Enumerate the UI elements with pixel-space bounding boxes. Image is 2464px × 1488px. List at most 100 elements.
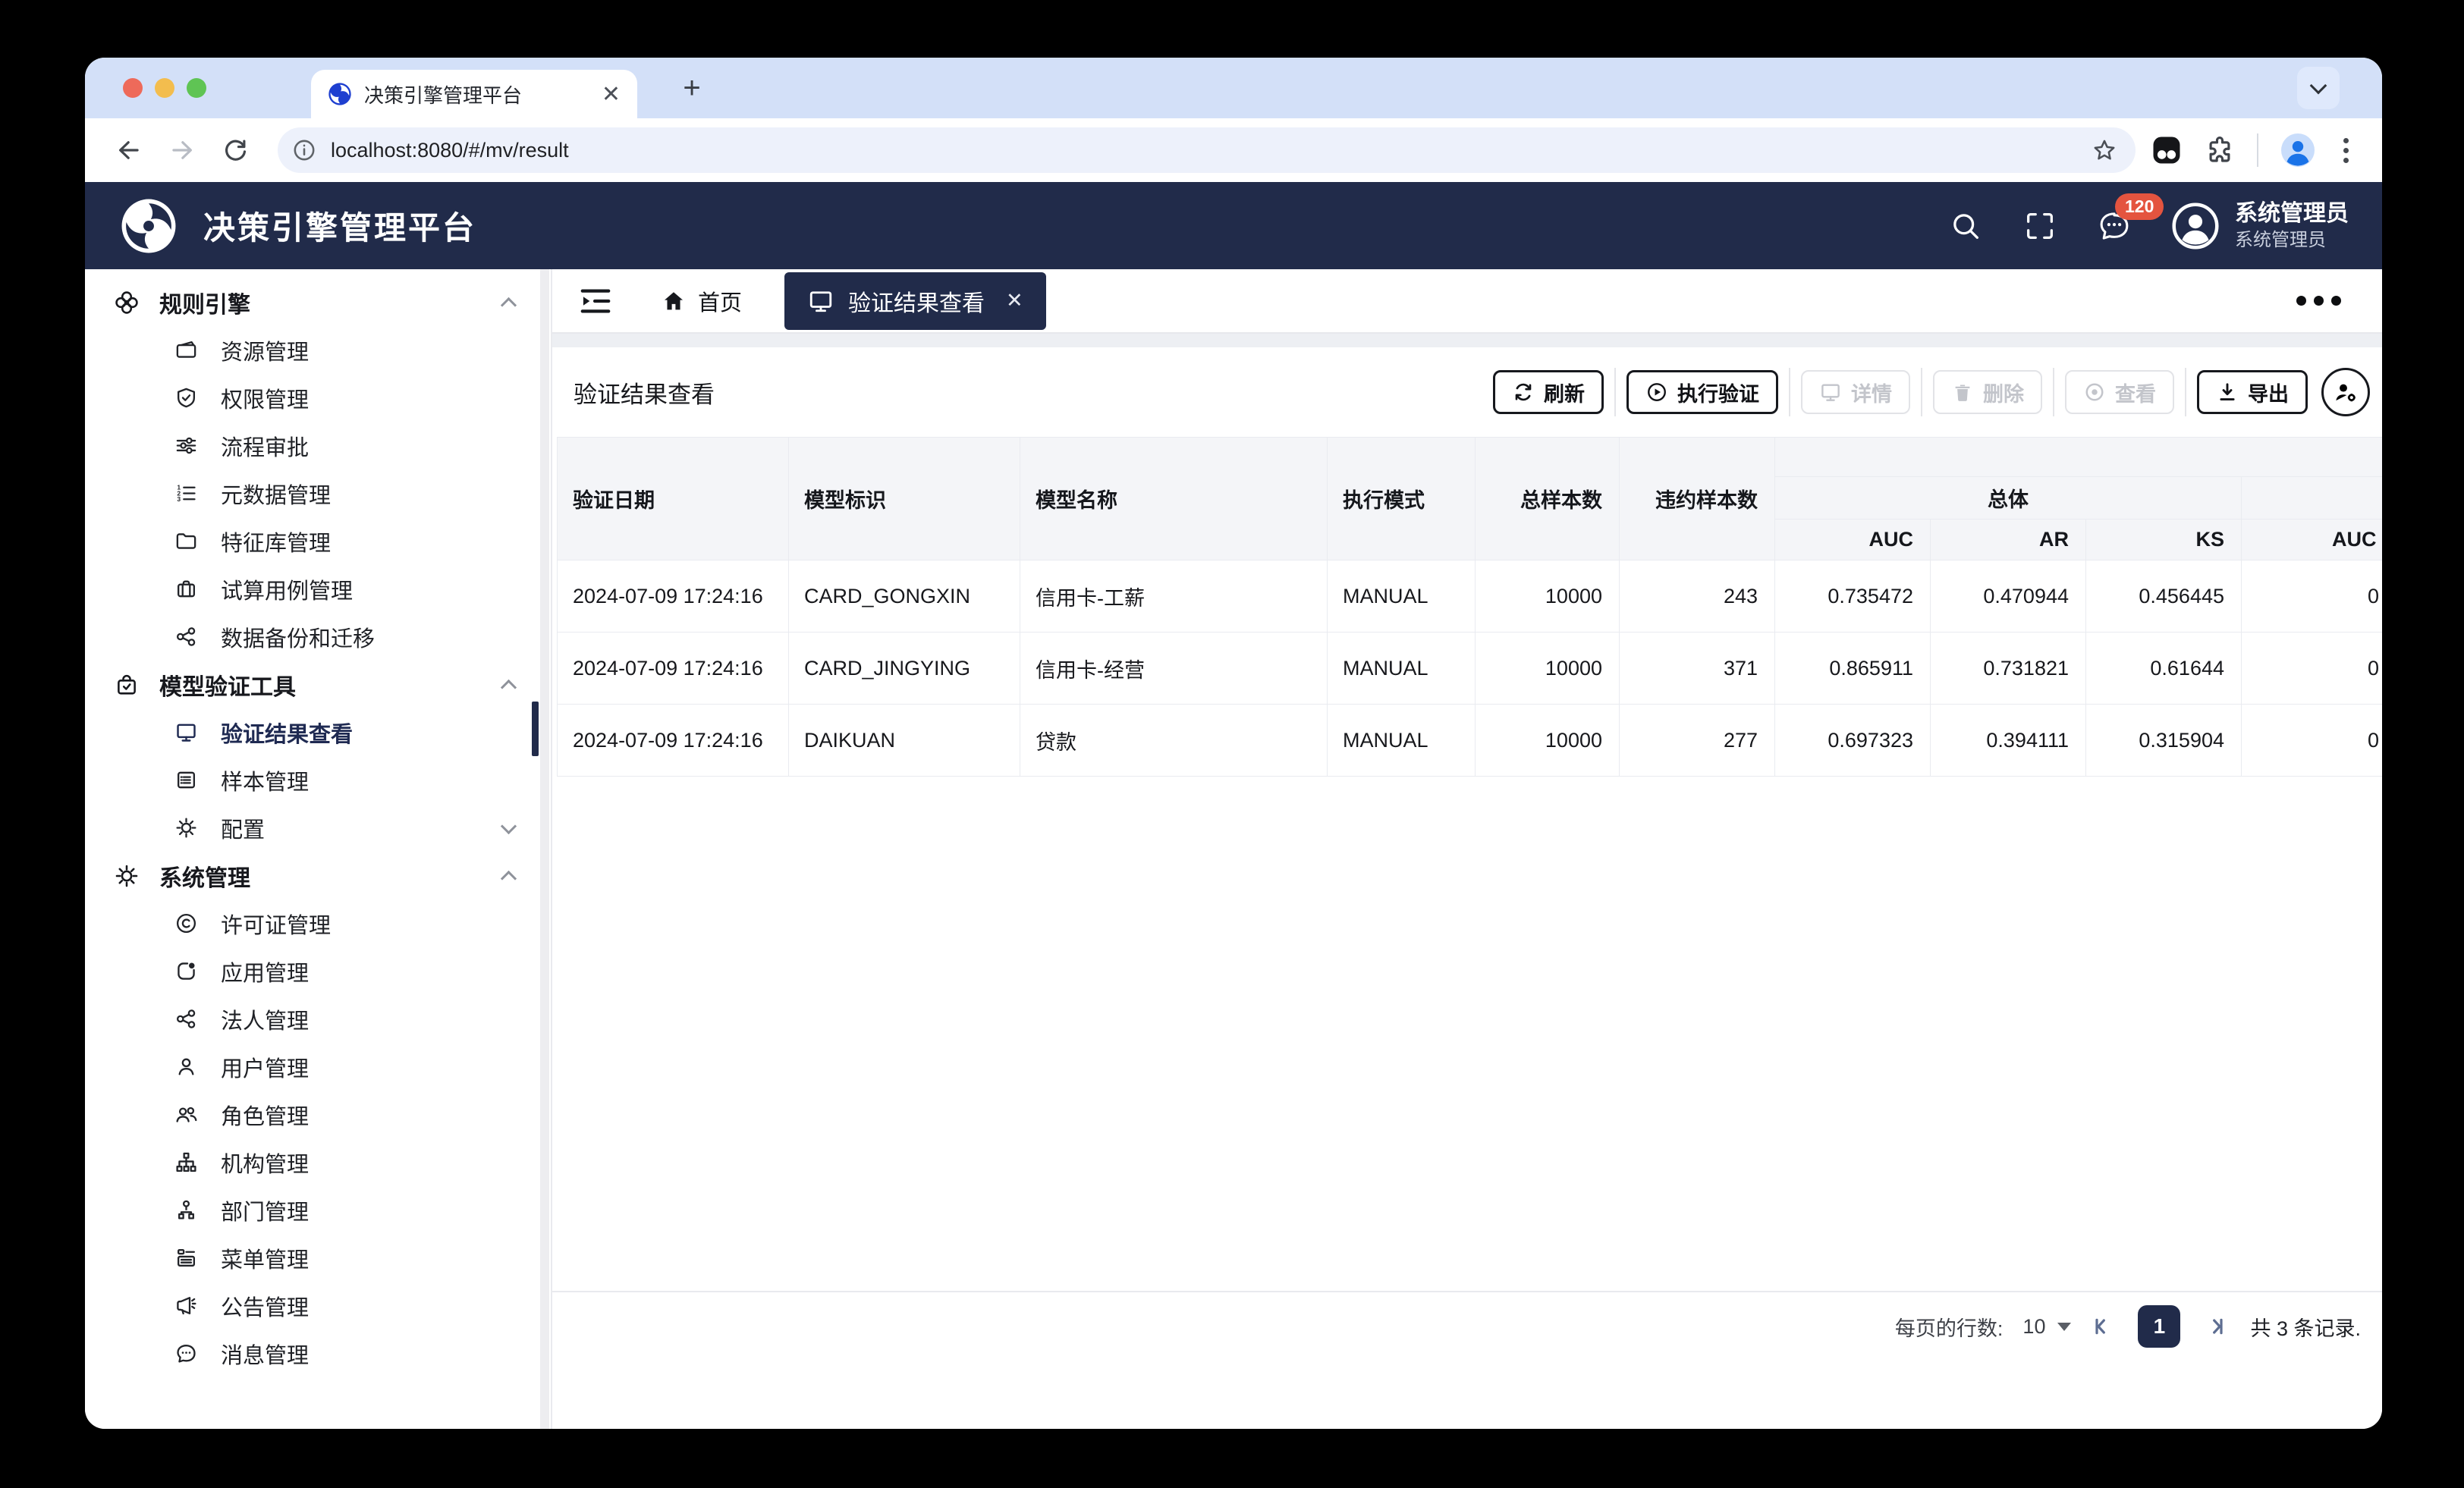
- sidebar-item-flow-approval[interactable]: 流程审批: [85, 422, 551, 469]
- refresh-button[interactable]: 刷新: [1493, 370, 1604, 414]
- megaphone-icon: [177, 1297, 196, 1315]
- sidebar-scrollbar[interactable]: [540, 269, 549, 1429]
- tab-home[interactable]: 首页: [662, 285, 742, 317]
- zoom-window-button[interactable]: [187, 78, 206, 98]
- sidebar-item-dept-mgmt[interactable]: 部门管理: [85, 1186, 551, 1234]
- toolbar-separator: [1921, 368, 1922, 416]
- sidebar-section-rule-engine[interactable]: 规则引擎: [85, 278, 551, 326]
- user-menu[interactable]: 系统管理员 系统管理员: [2171, 199, 2349, 252]
- table-row[interactable]: 2024-07-09 17:24:16 DAIKUAN 贷款 MANUAL 10…: [557, 704, 2382, 777]
- tab-search-button[interactable]: [2297, 67, 2340, 109]
- reload-button[interactable]: [218, 133, 252, 167]
- sidebar-item-announcement-mgmt[interactable]: 公告管理: [85, 1282, 551, 1329]
- user-name: 系统管理员: [2235, 201, 2349, 227]
- sidebar-item-app-mgmt[interactable]: 应用管理: [85, 947, 551, 995]
- current-page-button[interactable]: 1: [2138, 1305, 2181, 1348]
- users-icon: [176, 1107, 197, 1122]
- trash-icon: [1955, 385, 1970, 401]
- sidebar-item-sample-mgmt[interactable]: 样本管理: [85, 756, 551, 804]
- sidebar: 规则引擎 资源管理 权限管理 流程审批 123 元数据管理 特征库管理 试算用例…: [85, 269, 552, 1429]
- browser-menu-button[interactable]: [2337, 137, 2355, 163]
- sidebar-item-legal-entity-mgmt[interactable]: 法人管理: [85, 995, 551, 1043]
- toolbar-separator: [1789, 368, 1790, 416]
- sidebar-item-validation-result-view[interactable]: 验证结果查看: [85, 708, 551, 756]
- active-item-indicator: [532, 702, 539, 756]
- minimize-window-button[interactable]: [155, 78, 174, 98]
- new-tab-button[interactable]: +: [674, 70, 710, 106]
- address-bar[interactable]: localhost:8080/#/mv/result: [278, 127, 2136, 173]
- table-row[interactable]: 2024-07-09 17:24:16 CARD_JINGYING 信用卡-经营…: [557, 632, 2382, 705]
- sliders-icon: [176, 437, 196, 454]
- sidebar-item-message-mgmt[interactable]: 消息管理: [85, 1329, 551, 1377]
- monitor-icon: [177, 724, 196, 742]
- extensions-puzzle-icon[interactable]: [2204, 134, 2236, 166]
- table-row[interactable]: 2024-07-09 17:24:16 CARD_GONGXIN 信用卡-工薪 …: [557, 560, 2382, 633]
- metric-header: KS: [2085, 519, 2242, 560]
- results-table: 验证日期 模型标识 模型名称 执行模式 总样本数 违约样本数 总体 AUC AR…: [557, 437, 2382, 777]
- sidebar-section-system-mgmt[interactable]: 系统管理: [85, 852, 551, 899]
- browser-actions: [2151, 132, 2355, 168]
- bookmark-star-icon[interactable]: [2092, 137, 2117, 163]
- caret-down-icon: [2057, 1322, 2072, 1331]
- last-page-icon[interactable]: [2203, 1314, 2227, 1339]
- tab-more-button[interactable]: [2289, 288, 2349, 313]
- forward-button[interactable]: [165, 133, 199, 167]
- copyright-icon: [176, 913, 196, 934]
- search-icon[interactable]: [1948, 209, 1983, 243]
- browser-tab[interactable]: 决策引擎管理平台 ✕: [311, 70, 637, 118]
- export-button[interactable]: 导出: [2197, 370, 2308, 414]
- toolbar: 刷新 执行验证 详情 删除 查看 导出: [1493, 368, 2370, 416]
- chevron-down-icon: [2309, 77, 2327, 95]
- metric-header: AR: [1930, 519, 2086, 560]
- sidebar-item-role-mgmt[interactable]: 角色管理: [85, 1091, 551, 1138]
- sidebar-item-config[interactable]: 配置: [85, 804, 551, 852]
- notification-badge: 120: [2115, 193, 2164, 221]
- gear-icon: [176, 818, 196, 838]
- metrics-top-band: [1774, 437, 2382, 477]
- sidebar-item-user-mgmt[interactable]: 用户管理: [85, 1043, 551, 1091]
- pagination-bar: 每页的行数: 10 1 共 3 条记录.: [552, 1291, 2382, 1361]
- browser-window: 决策引擎管理平台 ✕ + localhost:8080/#/mv/result: [85, 58, 2382, 1429]
- sidebar-item-trial-case-mgmt[interactable]: 试算用例管理: [85, 565, 551, 613]
- run-validation-button[interactable]: 执行验证: [1626, 370, 1778, 414]
- rows-per-page-select[interactable]: 10: [2022, 1315, 2072, 1339]
- url-text[interactable]: localhost:8080/#/mv/result: [331, 139, 2092, 162]
- sidebar-item-data-backup-migration[interactable]: 数据备份和迁移: [85, 613, 551, 661]
- results-table-wrap: 验证日期 模型标识 模型名称 执行模式 总样本数 违约样本数 总体 AUC AR…: [557, 437, 2382, 777]
- browser-profile-avatar[interactable]: [2280, 132, 2316, 168]
- sidebar-item-metadata-mgmt[interactable]: 123 元数据管理: [85, 469, 551, 517]
- tab-validation-result[interactable]: 验证结果查看 ✕: [784, 272, 1046, 330]
- nodes-icon: [115, 290, 138, 314]
- col-header: 总样本数: [1475, 437, 1620, 560]
- toolbar-separator: [2053, 368, 2054, 416]
- toolbar-divider: [2257, 133, 2258, 167]
- org-tree-icon: [176, 1152, 196, 1173]
- sidebar-item-menu-mgmt[interactable]: 菜单管理: [85, 1234, 551, 1282]
- back-button[interactable]: [112, 133, 146, 167]
- content-header: 验证结果查看 刷新 执行验证 详情 删除 查看 导出: [552, 347, 2382, 437]
- first-page-icon[interactable]: [2091, 1314, 2115, 1339]
- app-header: 决策引擎管理平台 120 系统管理员 系统管理员: [85, 182, 2382, 269]
- sidebar-section-model-validation[interactable]: 模型验证工具: [85, 661, 551, 708]
- sidebar-item-org-mgmt[interactable]: 机构管理: [85, 1138, 551, 1186]
- app-logo-swirl-icon: [121, 199, 176, 253]
- collapse-sidebar-icon[interactable]: [578, 284, 613, 319]
- tab-close-icon[interactable]: ✕: [602, 81, 621, 108]
- back-arrow-icon: [119, 141, 139, 159]
- chevron-up-icon: [500, 679, 517, 696]
- col-header: 违约样本数: [1619, 437, 1775, 560]
- play-circle-icon: [1648, 383, 1666, 401]
- fullscreen-icon[interactable]: [2022, 209, 2057, 243]
- extension-app-icon[interactable]: [2151, 134, 2183, 166]
- view-button: 查看: [2065, 370, 2174, 414]
- col-header: 执行模式: [1327, 437, 1476, 560]
- sidebar-item-permission-mgmt[interactable]: 权限管理: [85, 374, 551, 422]
- tab-label: 验证结果查看: [848, 290, 985, 316]
- sidebar-item-license-mgmt[interactable]: 许可证管理: [85, 899, 551, 947]
- sidebar-item-resource-mgmt[interactable]: 资源管理: [85, 326, 551, 374]
- close-window-button[interactable]: [123, 78, 143, 98]
- tab-close-icon[interactable]: ✕: [1006, 289, 1023, 312]
- column-settings-button[interactable]: [2321, 368, 2370, 416]
- site-info-icon[interactable]: [291, 137, 317, 163]
- sidebar-item-feature-lib-mgmt[interactable]: 特征库管理: [85, 517, 551, 565]
